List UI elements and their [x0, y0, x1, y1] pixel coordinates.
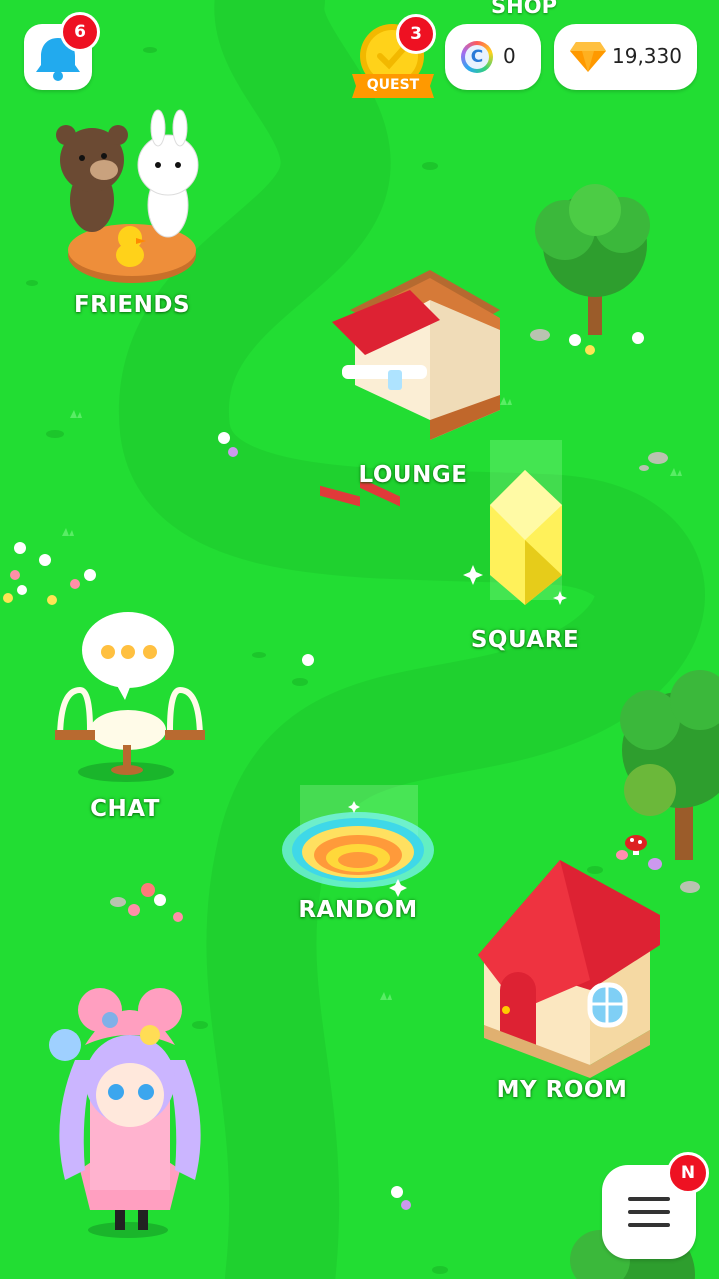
chat-label[interactable]: CHAT — [90, 796, 160, 822]
square-label[interactable]: SQUARE — [471, 627, 579, 653]
coin-amount: 0 — [503, 44, 516, 68]
coin-symbol: C — [465, 45, 489, 69]
lounge-label[interactable]: LOUNGE — [359, 462, 468, 488]
quest-label: QUEST — [366, 77, 420, 93]
notifications-badge: 6 — [60, 12, 100, 52]
gem-counter[interactable]: 19,330 — [554, 24, 697, 90]
coin-counter[interactable]: C 0 — [445, 24, 541, 90]
gem-icon — [570, 42, 606, 72]
gem-amount: 19,330 — [612, 44, 682, 68]
my-room-label[interactable]: MY ROOM — [497, 1077, 628, 1103]
random-label[interactable]: RANDOM — [298, 897, 417, 923]
coin-icon: C — [461, 41, 493, 73]
friends-label[interactable]: FRIENDS — [74, 292, 190, 318]
shop-label[interactable]: SHOP — [491, 0, 557, 18]
quest-badge: 3 — [396, 14, 436, 54]
menu-badge: N — [667, 1152, 709, 1194]
